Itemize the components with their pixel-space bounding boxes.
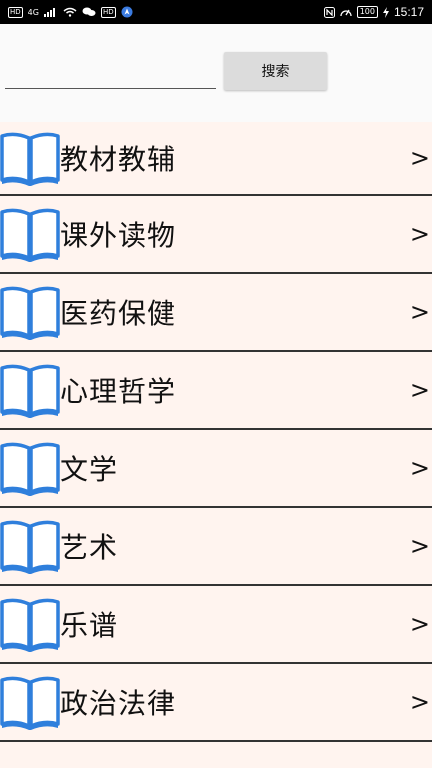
category-label: 乐谱 [60, 609, 119, 642]
wechat-icon [82, 7, 96, 16]
hd-badge: HD [8, 6, 23, 18]
battery-indicator: 100 [356, 6, 378, 18]
open-book-icon [0, 674, 60, 730]
category-label: 政治法律 [60, 687, 177, 720]
network-type: 4G [27, 7, 39, 17]
chevron-right-icon: > [409, 454, 430, 482]
clock: 15:17 [393, 5, 424, 19]
category-item[interactable]: 教材教辅 > [0, 122, 432, 196]
chevron-right-icon: > [409, 376, 430, 404]
status-bar: HD 4G HD 100 15:17 [0, 0, 432, 24]
category-label: 心理哲学 [60, 375, 177, 408]
chevron-right-icon: > [409, 144, 430, 172]
category-label: 文学 [60, 453, 119, 486]
chevron-right-icon: > [409, 220, 430, 248]
open-book-icon [0, 362, 60, 418]
signal-icon [43, 8, 55, 17]
location-icon [121, 6, 133, 18]
search-button[interactable]: 搜索 [224, 52, 327, 90]
search-input[interactable] [5, 63, 216, 89]
chevron-right-icon: > [409, 532, 430, 560]
charging-icon [382, 6, 389, 18]
nfc-icon [323, 6, 335, 18]
category-item[interactable]: 政治法律 > [0, 664, 432, 742]
open-book-icon [0, 206, 60, 262]
category-item[interactable]: 艺术 > [0, 508, 432, 586]
category-list: 教材教辅 > 课外读物 > 医药保健 > 心理哲学 > 文学 > 艺术 > 乐谱 > 政治法律… [0, 122, 432, 768]
status-left: HD 4G HD [8, 6, 133, 18]
chevron-right-icon: > [409, 610, 430, 638]
open-book-icon [0, 284, 60, 340]
category-label: 课外读物 [60, 219, 177, 252]
category-item[interactable]: 医药保健 > [0, 274, 432, 352]
category-item[interactable]: 乐谱 > [0, 586, 432, 664]
open-book-icon [0, 440, 60, 496]
hd-voice-badge: HD [100, 6, 116, 18]
category-item[interactable]: 课外读物 > [0, 196, 432, 274]
category-label: 教材教辅 [60, 143, 177, 176]
open-book-icon [0, 596, 60, 652]
category-label: 艺术 [60, 531, 119, 564]
search-area: 搜索 [0, 24, 432, 122]
category-label: 医药保健 [60, 297, 177, 330]
speed-icon [340, 9, 352, 16]
category-item[interactable]: 文学 > [0, 430, 432, 508]
wifi-icon [63, 7, 77, 17]
chevron-right-icon: > [409, 688, 430, 716]
category-item[interactable]: 心理哲学 > [0, 352, 432, 430]
chevron-right-icon: > [409, 298, 430, 326]
open-book-icon [0, 518, 60, 574]
open-book-icon [0, 130, 60, 186]
status-right: 100 15:17 [323, 5, 424, 19]
